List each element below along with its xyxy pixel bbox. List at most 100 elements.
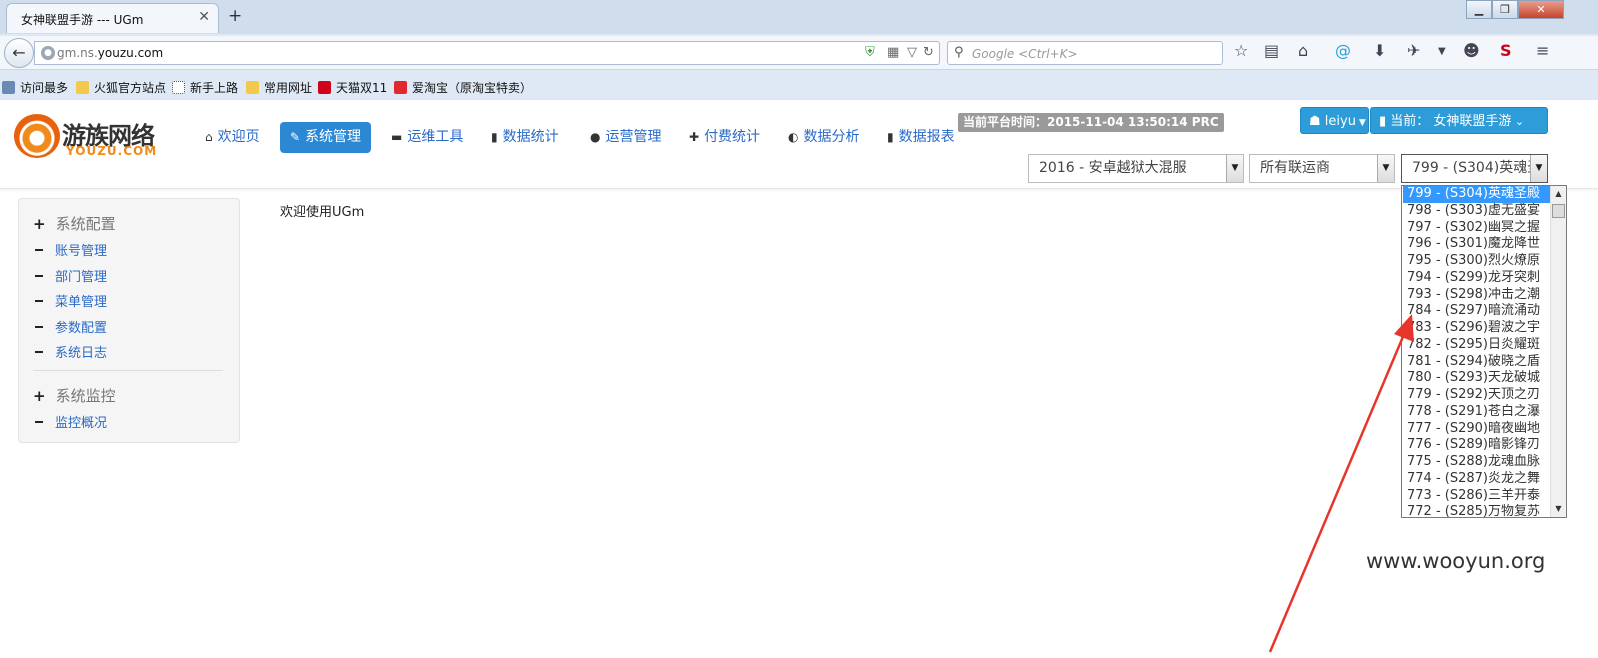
search-box[interactable]: ⚲ Google <Ctrl+K> <box>947 41 1223 65</box>
logo-text-en: YOUZU.COM <box>66 144 158 158</box>
dropdown-icon[interactable]: ▽ <box>907 45 917 60</box>
current-game-button[interactable]: ▮ 当前： 女神联盟手游 ⌄ <box>1370 107 1548 134</box>
dropdown-option[interactable]: 799 - (S304)英魂圣殿 <box>1403 186 1551 203</box>
browser-tab[interactable]: 女神联盟手游 --- UGm ✕ <box>6 3 219 33</box>
sidebar-item[interactable]: 参数配置 <box>35 317 107 336</box>
current-game-label: 当前： 女神联盟手游 <box>1390 114 1512 129</box>
minimize-icon[interactable]: ▁ <box>1466 0 1492 19</box>
sidebar-item[interactable]: 账号管理 <box>35 240 107 259</box>
dropdown-option[interactable]: 796 - (S301)魔龙降世 <box>1403 236 1551 253</box>
close-window-icon[interactable]: ✕ <box>1518 0 1564 19</box>
platform-time: 当前平台时间：2015-11-04 13:50:14 PRC <box>958 113 1224 132</box>
nav-item[interactable]: ● 运营管理 <box>580 122 671 153</box>
scroll-thumb[interactable] <box>1552 204 1565 218</box>
chevron-down-icon[interactable]: ▼ <box>1438 46 1446 57</box>
dropdown-option[interactable]: 775 - (S288)龙魂血脉 <box>1403 454 1551 471</box>
dropdown-option[interactable]: 779 - (S292)天顶之刃 <box>1403 387 1551 404</box>
bookmark-label: 天猫双11 <box>336 81 388 95</box>
download-icon[interactable]: ⬇ <box>1373 41 1386 60</box>
dropdown-scrollbar[interactable]: ▲ ▼ <box>1550 186 1566 517</box>
dropdown-option[interactable]: 783 - (S296)碧波之宇 <box>1403 320 1551 337</box>
reload-icon[interactable]: ↻ <box>923 45 934 60</box>
wrench-icon: ✎ <box>290 130 301 144</box>
operator-select[interactable]: 所有联运商 ▼ <box>1249 154 1395 183</box>
search-placeholder: Google <Ctrl+K> <box>972 47 1078 61</box>
nav-item[interactable]: ▬ 运维工具 <box>381 122 473 153</box>
dotted-page-icon <box>172 81 185 94</box>
dropdown-option[interactable]: 776 - (S289)暗影锋刃 <box>1403 437 1551 454</box>
scroll-down-icon[interactable]: ▼ <box>1551 501 1566 517</box>
nav-item[interactable]: ▮ 数据报表 <box>877 122 965 153</box>
server-dropdown-list[interactable]: 799 - (S304)英魂圣殿 798 - (S303)虚无盛宴 797 - (S… <box>1401 185 1567 518</box>
shield-icon[interactable]: ⛨ <box>865 45 875 60</box>
nav-item-label: 欢迎页 <box>217 129 260 145</box>
bookmark-item[interactable]: 爱淘宝（原淘宝特卖） <box>394 79 532 96</box>
nav-item[interactable]: ⌂ 欢迎页 <box>195 122 270 153</box>
select-arrow-icon: ▼ <box>1530 155 1547 182</box>
bookmark-label: 新手上路 <box>190 81 239 95</box>
sidebar-item[interactable]: 菜单管理 <box>35 291 107 310</box>
url-text: gm.ns.youzu.com <box>57 46 164 60</box>
bookmark-label: 火狐官方站点 <box>94 81 167 95</box>
server-group-select[interactable]: 2016 - 安卓越狱大混服 ▼ <box>1028 154 1244 183</box>
reading-list-icon[interactable]: ▤ <box>1264 41 1279 60</box>
back-icon[interactable]: ← <box>4 38 34 68</box>
dropdown-option[interactable]: 797 - (S302)幽冥之握 <box>1403 220 1551 237</box>
minus-icon <box>35 351 43 353</box>
smiley-icon[interactable]: ☻ <box>1463 41 1480 60</box>
home-icon[interactable]: ⌂ <box>1298 41 1308 60</box>
user-menu-button[interactable]: ☗ leiyu ▼ <box>1300 107 1369 134</box>
tmall-icon <box>318 81 331 94</box>
welcome-text: 欢迎使用UGm <box>280 205 365 220</box>
sidebar-item[interactable]: 部门管理 <box>35 266 107 285</box>
bookmark-star-icon[interactable]: ☆ <box>1234 41 1248 60</box>
annotation-arrow <box>1268 314 1414 653</box>
sidebar-item[interactable]: 监控概况 <box>35 412 107 431</box>
sidebar-item[interactable]: 系统日志 <box>35 342 107 361</box>
nav-item[interactable]: ✚ 付费统计 <box>679 122 770 153</box>
nav-item[interactable]: ◐ 数据分析 <box>778 122 869 153</box>
menu-icon[interactable]: ≡ <box>1536 41 1549 60</box>
dropdown-option[interactable]: 780 - (S293)天龙破城 <box>1403 370 1551 387</box>
at-icon[interactable]: @ <box>1335 41 1351 60</box>
dropdown-option[interactable]: 777 - (S290)暗夜幽地 <box>1403 421 1551 438</box>
nav-item[interactable]: ✎ 系统管理 <box>280 122 372 153</box>
dropdown-option[interactable]: 793 - (S298)冲击之潮 <box>1403 287 1551 304</box>
signal-icon: ▮ <box>491 130 498 144</box>
bookmark-item[interactable]: 天猫双11 <box>318 79 387 96</box>
sidebar-group-header[interactable]: + 系统配置 <box>33 213 116 234</box>
dropdown-option[interactable]: 795 - (S300)烈火燎原 <box>1403 253 1551 270</box>
dropdown-option[interactable]: 778 - (S291)苍白之瀑 <box>1403 404 1551 421</box>
url-bar[interactable]: ● gm.ns.youzu.com ⛨ ▦ ▽ ↻ <box>34 41 940 65</box>
plugin-icon[interactable]: ✈ <box>1407 41 1420 60</box>
dropdown-option[interactable]: 781 - (S294)破晓之盾 <box>1403 354 1551 371</box>
sogou-icon[interactable]: S <box>1500 41 1512 60</box>
select-arrow-icon: ▼ <box>1377 155 1394 182</box>
book-icon: ▮ <box>1379 114 1391 129</box>
dropdown-option[interactable]: 774 - (S287)炎龙之舞 <box>1403 471 1551 488</box>
window-controls: ▁ ❐ ✕ <box>1466 0 1592 20</box>
nav-item-label: 数据分析 <box>803 129 860 145</box>
bookmark-item[interactable]: 常用网址 <box>246 79 312 96</box>
scroll-up-icon[interactable]: ▲ <box>1551 186 1566 202</box>
bookmark-item[interactable]: 访问最多 <box>2 79 68 96</box>
caret-down-icon: ▼ <box>1355 118 1366 128</box>
dropdown-option[interactable]: 794 - (S299)龙牙突刺 <box>1403 270 1551 287</box>
maximize-icon[interactable]: ❐ <box>1492 0 1518 19</box>
qr-icon[interactable]: ▦ <box>887 45 899 60</box>
new-tab-icon[interactable]: + <box>228 6 242 26</box>
logo[interactable]: 游族网络 YOUZU.COM <box>14 114 184 160</box>
dropdown-option[interactable]: 784 - (S297)暗流涌动 <box>1403 303 1551 320</box>
server-select[interactable]: 799 - (S304)英魂圣殿 ▼ <box>1401 154 1548 183</box>
nav-item-label: 系统管理 <box>305 129 362 145</box>
dropdown-option[interactable]: 772 - (S285)万物复苏 <box>1403 504 1551 517</box>
dropdown-option[interactable]: 773 - (S286)三羊开泰 <box>1403 488 1551 505</box>
minus-icon <box>35 249 43 251</box>
sidebar-group-header[interactable]: + 系统监控 <box>33 385 116 406</box>
dropdown-option[interactable]: 782 - (S295)日炎耀斑 <box>1403 337 1551 354</box>
close-tab-icon[interactable]: ✕ <box>198 9 210 25</box>
bookmark-item[interactable]: 火狐官方站点 <box>76 79 166 96</box>
nav-item[interactable]: ▮ 数据统计 <box>481 122 569 153</box>
dropdown-option[interactable]: 798 - (S303)虚无盛宴 <box>1403 203 1551 220</box>
bookmark-item[interactable]: 新手上路 <box>172 79 238 96</box>
